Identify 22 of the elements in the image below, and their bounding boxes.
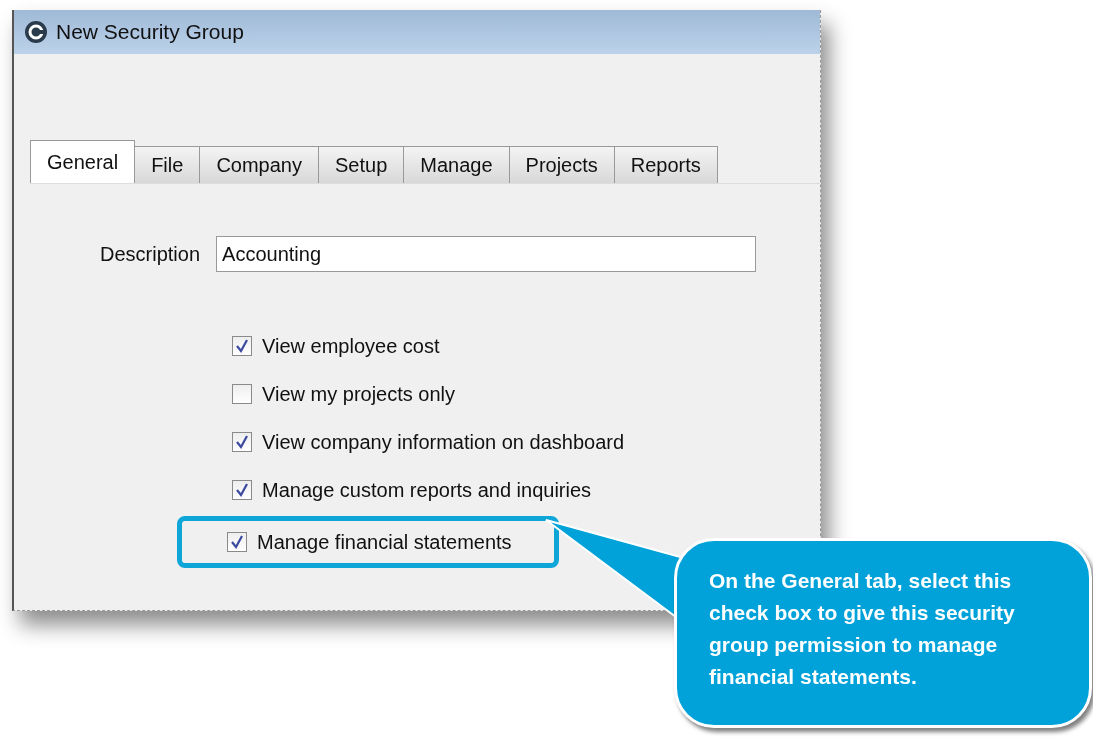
checkbox-label: Manage financial statements [257,530,512,554]
callout-text: On the General tab, select this check box to give this security group permission to manage financial statements. [709,568,1016,690]
checkbox-label: Manage custom reports and inquiries [262,478,592,502]
tab[interactable]: Reports [613,146,718,184]
checkbox-label: View my projects only [262,382,456,406]
tab[interactable]: Company [199,146,319,184]
checkbox[interactable] [232,384,252,404]
tab[interactable]: File [134,146,201,184]
checkbox[interactable] [227,532,247,552]
window-title: New Security Group [56,20,244,44]
checkbox[interactable] [232,336,252,356]
tab[interactable]: Projects [508,146,615,184]
tab[interactable]: General [30,140,136,184]
field-label: Description [100,242,201,266]
checkbox[interactable] [232,432,252,452]
checkbox-label: View employee cost [262,334,440,358]
checkbox-label: View company information on dashboard [262,430,625,454]
description-field[interactable]: Accounting [216,236,757,272]
tab[interactable]: Setup [318,146,405,184]
tab[interactable]: Manage [403,146,510,184]
checkbox[interactable] [232,480,252,500]
app-logo-icon [24,20,48,44]
